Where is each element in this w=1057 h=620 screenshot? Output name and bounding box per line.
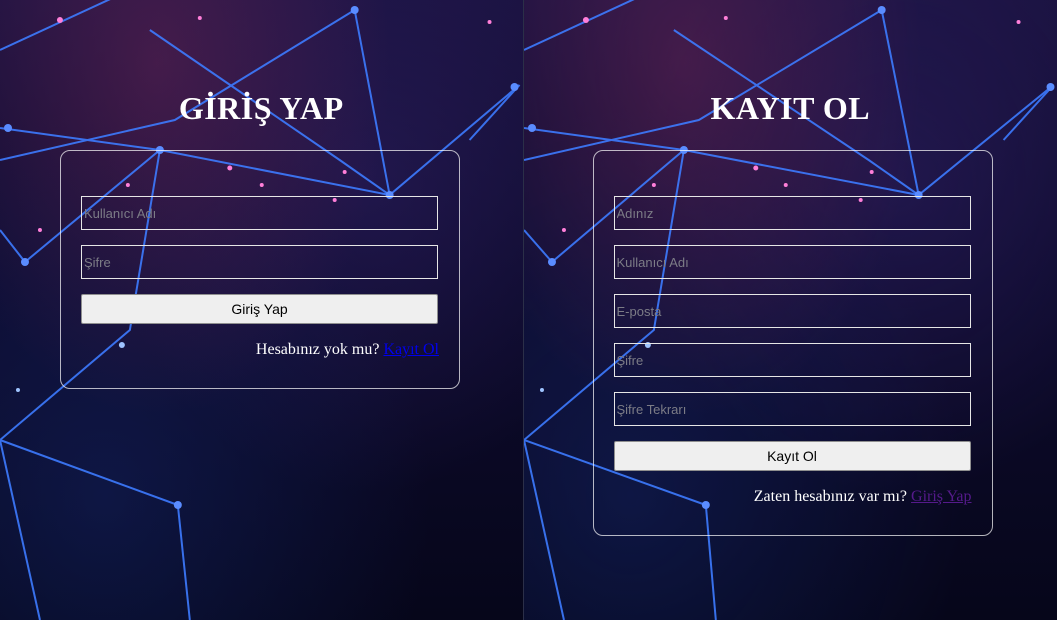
login-prompt: Zaten hesabınız var mı? Giriş Yap: [754, 488, 972, 506]
page: GİRİŞ YAP Giriş Yap Hesabınız yok mu? Ka…: [0, 0, 1057, 620]
register-form: Kayıt Ol Zaten hesabınız var mı? Giriş Y…: [592, 150, 993, 536]
login-password-input[interactable]: [81, 245, 438, 279]
register-username-input[interactable]: [613, 245, 971, 279]
login-username-input[interactable]: [81, 196, 438, 230]
register-password-repeat-input[interactable]: [613, 392, 971, 426]
register-prompt-text: Hesabınız yok mu?: [255, 341, 380, 358]
register-prompt: Hesabınız yok mu? Kayıt Ol: [256, 341, 439, 359]
login-link[interactable]: Giriş Yap: [911, 488, 971, 505]
login-submit-button[interactable]: Giriş Yap: [81, 294, 438, 324]
register-panel: KAYIT OL Kayıt Ol Zaten hesabınız var mı…: [523, 0, 1057, 620]
login-panel: GİRİŞ YAP Giriş Yap Hesabınız yok mu? Ka…: [0, 0, 523, 620]
login-form: Giriş Yap Hesabınız yok mu? Kayıt Ol: [60, 150, 460, 389]
login-prompt-text: Zaten hesabınız var mı?: [753, 488, 908, 505]
register-name-input[interactable]: [613, 196, 971, 230]
register-password-input[interactable]: [613, 343, 971, 377]
register-email-input[interactable]: [613, 294, 971, 328]
register-submit-button[interactable]: Kayıt Ol: [613, 441, 971, 471]
login-title: GİRİŞ YAP: [178, 90, 344, 126]
register-title: KAYIT OL: [710, 90, 871, 126]
register-link[interactable]: Kayıt Ol: [383, 341, 439, 358]
